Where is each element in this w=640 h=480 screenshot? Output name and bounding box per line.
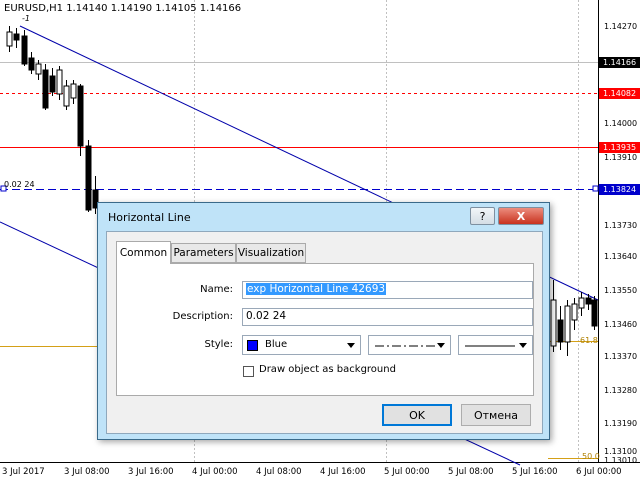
blue-level-tag: 1.13824 (599, 184, 640, 195)
close-button[interactable]: X (498, 207, 544, 225)
common-tab-panel: Name: exp Horizontal Line 42693 Descript… (116, 263, 534, 396)
time-label: 4 Jul 00:00 (192, 467, 238, 477)
price-label: 1.13550 (604, 286, 638, 295)
fib-label: 50.0 (582, 452, 600, 461)
name-input[interactable]: exp Horizontal Line 42693 (242, 281, 533, 299)
time-label: 3 Jul 08:00 (64, 467, 110, 477)
dash-dot-line-icon (375, 345, 435, 347)
price-label: 1.13370 (604, 352, 638, 361)
red-level-tag: 1.14082 (599, 88, 640, 99)
dialog-title: Horizontal Line (108, 211, 191, 224)
time-label: 5 Jul 08:00 (448, 467, 494, 477)
color-value: Blue (265, 339, 288, 350)
time-label: 3 Jul 16:00 (128, 467, 174, 477)
price-label: 1.13010 (604, 456, 638, 465)
solid-line-icon (465, 345, 515, 347)
style-label: Style: (204, 339, 234, 350)
time-label: 3 Jul 2017 (2, 467, 45, 477)
chart-title: EURUSD,H1 1.14140 1.14190 1.14105 1.1416… (4, 3, 242, 14)
time-label: 4 Jul 16:00 (320, 467, 366, 477)
time-label: 6 Jul 00:00 (576, 467, 622, 477)
fib-label: 61.8 (580, 336, 598, 345)
dialog-client-area: Common Parameters Visualization Name: ex… (106, 231, 543, 434)
horizontal-line-dialog[interactable]: Horizontal Line ? X Common Parameters Vi… (97, 202, 550, 440)
line-style-dropdown[interactable] (368, 335, 451, 355)
ok-button[interactable]: OK (382, 404, 452, 426)
price-label: 1.13910 (604, 153, 638, 162)
help-icon: ? (479, 209, 486, 223)
chevron-down-icon (437, 343, 445, 348)
cancel-button[interactable]: Отмена (461, 404, 531, 426)
price-label: 1.13640 (604, 252, 638, 261)
chart-marker: -1 (22, 14, 30, 23)
chevron-down-icon (519, 343, 527, 348)
color-swatch (247, 340, 258, 351)
price-label: 1.14000 (604, 119, 638, 128)
price-label: 1.13280 (604, 386, 638, 395)
background-checkbox-label: Draw object as background (259, 364, 396, 375)
price-label: 1.14270 (604, 22, 638, 31)
color-dropdown[interactable]: Blue (242, 335, 361, 355)
tab-visualization[interactable]: Visualization (236, 243, 306, 263)
line-handle-right (592, 185, 599, 192)
tab-common[interactable]: Common (116, 241, 171, 264)
description-input[interactable]: 0.02 24 (242, 308, 533, 326)
time-label: 5 Jul 00:00 (384, 467, 430, 477)
time-label: 5 Jul 16:00 (512, 467, 558, 477)
price-label: 1.13730 (604, 221, 638, 230)
time-label: 4 Jul 08:00 (256, 467, 302, 477)
help-button[interactable]: ? (470, 207, 495, 225)
current-price-tag: 1.14166 (599, 57, 640, 68)
price-label: 1.13190 (604, 419, 638, 428)
red-level-tag: 1.13935 (599, 142, 640, 153)
tab-parameters[interactable]: Parameters (171, 243, 236, 263)
name-label: Name: (200, 284, 233, 295)
close-icon: X (516, 209, 526, 223)
background-checkbox[interactable] (243, 366, 254, 377)
line-description-label: 0.02 24 (4, 180, 35, 189)
price-label: 1.13100 (604, 447, 638, 456)
chevron-down-icon (347, 343, 355, 348)
description-label: Description: (172, 311, 233, 322)
price-label: 1.13460 (604, 320, 638, 329)
name-input-value: exp Horizontal Line 42693 (246, 283, 387, 295)
line-width-dropdown[interactable] (458, 335, 533, 355)
